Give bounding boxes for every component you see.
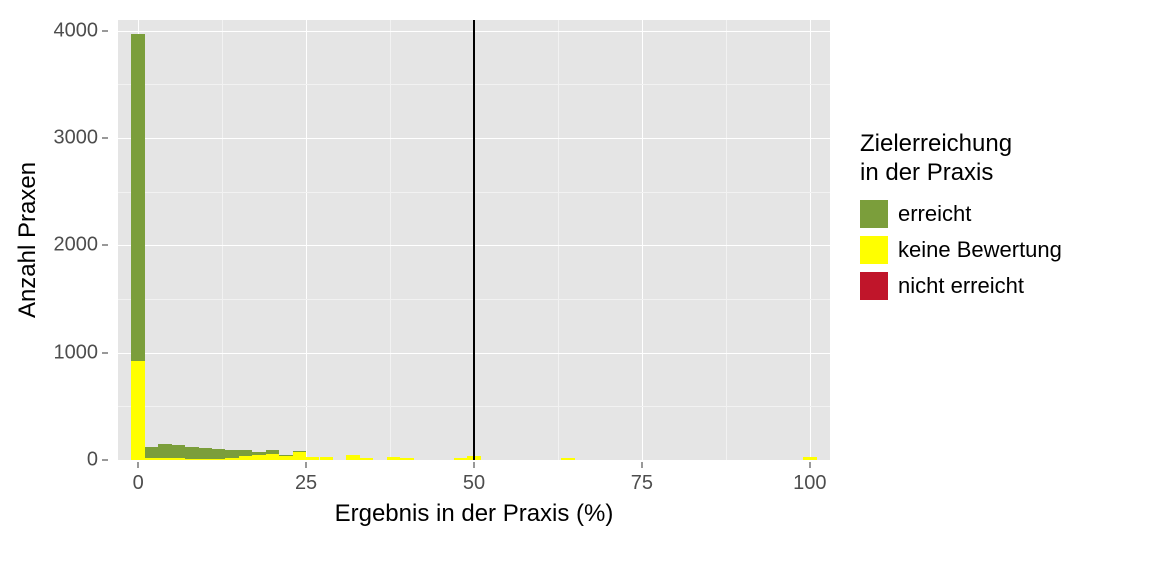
legend-items: erreicht keine Bewertung nicht erreicht: [860, 196, 1140, 304]
y-tick-label: 1000: [38, 341, 98, 364]
bar-segment: [400, 458, 413, 460]
bar-segment: [306, 457, 319, 460]
x-tick-mark: [474, 462, 475, 468]
legend: Zielerreichungin der Praxis erreicht kein…: [860, 130, 1140, 304]
bar-segment: [360, 458, 373, 460]
y-tick-mark: [102, 460, 108, 461]
bar-segment: [225, 458, 238, 460]
x-tick-label: 0: [133, 472, 144, 495]
y-tick-label: 4000: [38, 19, 98, 42]
legend-item: erreicht: [860, 196, 1140, 232]
bar-segment: [561, 458, 574, 460]
bar-segment: [185, 447, 198, 459]
bar-segment: [212, 459, 225, 460]
legend-label: nicht erreicht: [898, 273, 1024, 299]
legend-item: keine Bewertung: [860, 232, 1140, 268]
bar-segment: [293, 452, 306, 460]
y-tick-label: 3000: [38, 127, 98, 150]
bar-segment: [212, 449, 225, 459]
x-tick-label: 75: [631, 472, 653, 495]
bar-segment: [185, 459, 198, 460]
y-tick-label: 2000: [38, 234, 98, 257]
y-tick-mark: [102, 352, 108, 353]
legend-swatch: [860, 236, 888, 264]
bar-segment: [239, 450, 252, 456]
bar-segment: [145, 458, 158, 460]
bar-segment: [320, 457, 333, 460]
bar-segment: [293, 451, 306, 453]
legend-label: erreicht: [898, 201, 971, 227]
legend-swatch: [860, 272, 888, 300]
x-tick-mark: [138, 462, 139, 468]
bar-segment: [252, 455, 265, 460]
y-axis-ticks: 01000200030004000: [48, 20, 108, 460]
x-tick-label: 50: [463, 472, 485, 495]
chart-container: Anzahl Praxen 01000200030004000 02550751…: [0, 0, 1152, 576]
bar-segment: [172, 458, 185, 460]
reference-vline: [473, 20, 475, 460]
bar-segment: [145, 447, 158, 458]
x-tick-mark: [809, 462, 810, 468]
gridline-y: [118, 460, 830, 461]
bar-segment: [199, 448, 212, 459]
y-tick-mark: [102, 138, 108, 139]
bar-segment: [131, 361, 144, 460]
legend-label: keine Bewertung: [898, 237, 1062, 263]
bar-segment: [387, 457, 400, 460]
legend-title: Zielerreichungin der Praxis: [860, 130, 1140, 188]
bar-segment: [252, 452, 265, 455]
bar-segment: [131, 34, 144, 361]
x-axis-ticks: 0 25 50 75 100: [118, 462, 830, 502]
bar-segment: [279, 455, 292, 456]
plot-panel: [118, 20, 830, 460]
y-tick-label: 0: [38, 449, 98, 472]
bar-segment: [239, 456, 252, 460]
x-axis-label: Ergebnis in der Praxis (%): [118, 500, 830, 528]
x-tick-label: 25: [295, 472, 317, 495]
legend-swatch: [860, 200, 888, 228]
bar-segment: [266, 450, 279, 453]
bar-segment: [225, 450, 238, 459]
x-tick-mark: [641, 462, 642, 468]
y-tick-mark: [102, 245, 108, 246]
bar-segment: [266, 454, 279, 460]
bar-segment: [158, 458, 171, 460]
bar-segment: [279, 456, 292, 460]
bar-segment: [454, 458, 467, 460]
bar-segment: [172, 445, 185, 458]
bar-segment: [346, 455, 359, 460]
bar-segment: [199, 459, 212, 460]
x-tick-label: 100: [793, 472, 826, 495]
y-tick-mark: [102, 30, 108, 31]
legend-item: nicht erreicht: [860, 268, 1140, 304]
x-tick-mark: [306, 462, 307, 468]
bar-segment: [158, 444, 171, 458]
bar-segment: [803, 457, 816, 460]
